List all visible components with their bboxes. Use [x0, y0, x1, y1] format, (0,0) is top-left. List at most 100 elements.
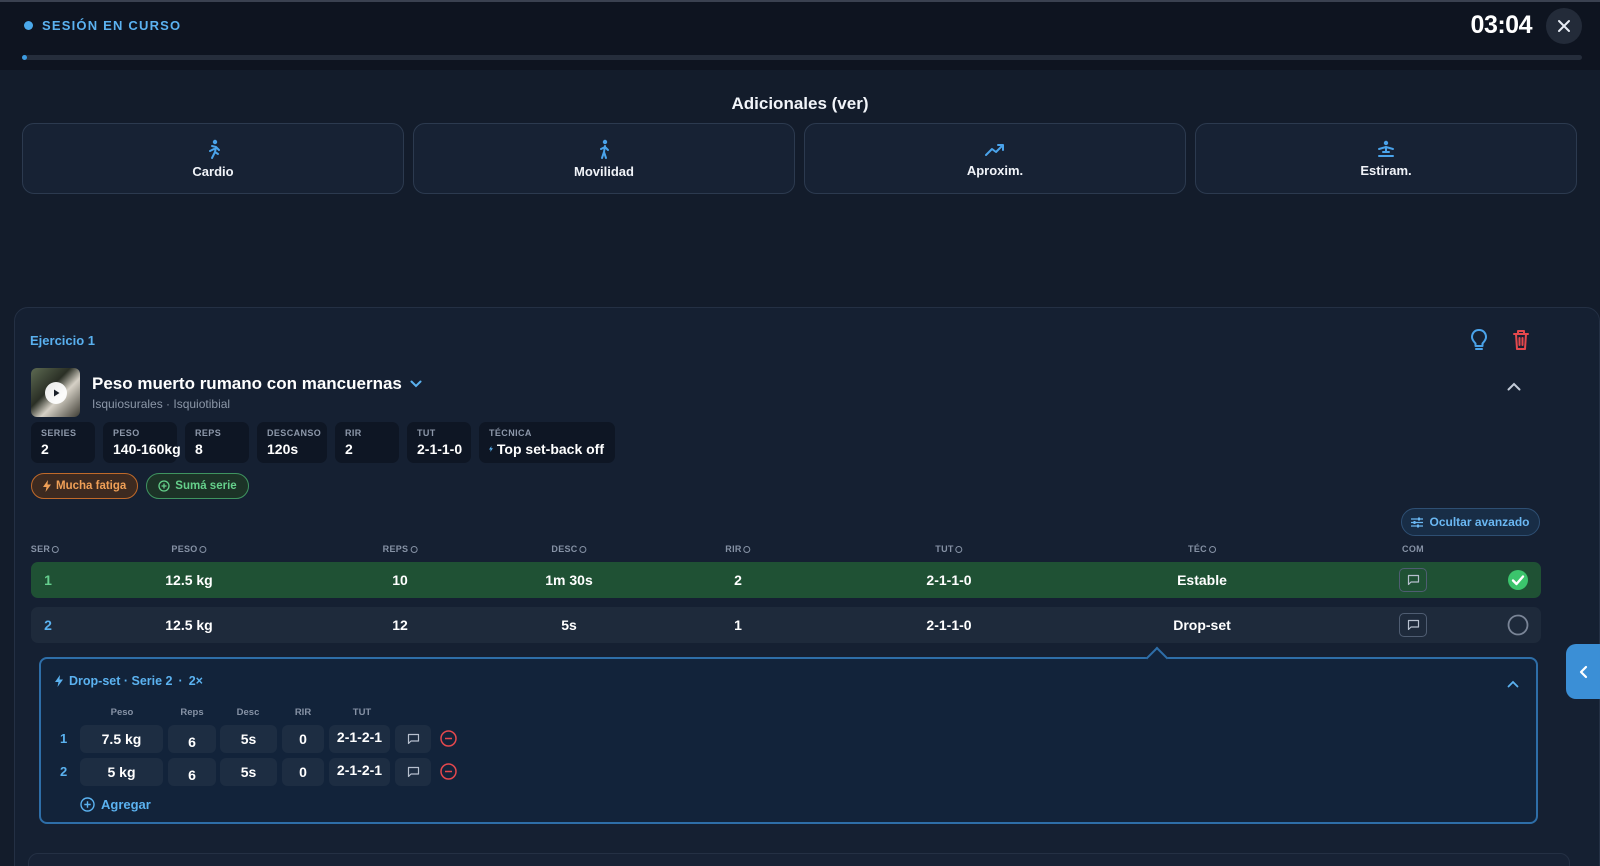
dropset-rest-input[interactable]: 5s	[220, 758, 277, 786]
set-number: 1	[44, 572, 52, 588]
stat-value: 8	[195, 441, 203, 457]
stat-label: REPS	[195, 428, 222, 438]
set-technique[interactable]: Drop-set	[1173, 607, 1231, 643]
empty-circle-icon[interactable]	[1507, 614, 1529, 636]
tips-button[interactable]	[1469, 328, 1489, 357]
additional-card-label: Movilidad	[574, 163, 634, 179]
dropset-row-number: 1	[60, 731, 68, 746]
set-rest[interactable]: 1m 30s	[545, 562, 592, 598]
stat-value: 2-1-1-0	[417, 441, 463, 457]
set-rir[interactable]: 1	[734, 607, 742, 643]
column-header: REPS	[383, 544, 418, 554]
fatigue-chip[interactable]: Mucha fatiga	[31, 473, 139, 499]
exercise-number-label: Ejercicio 1	[30, 333, 96, 348]
additionals-cards: Cardio Movilidad Aproxim. Estiram.	[22, 123, 1577, 194]
dropset-column-header: TUT	[352, 707, 372, 718]
dropset-row: 2 5 kg 6 5s 0 2-1-2-1	[41, 758, 541, 786]
stretching-icon	[1378, 140, 1394, 157]
additional-card-estiram[interactable]: Estiram.	[1195, 123, 1577, 194]
session-header: SESIÓN EN CURSO 03:04	[0, 0, 1600, 70]
next-exercise-card-edge	[28, 853, 1570, 866]
dropset-column-header: Peso	[110, 707, 134, 718]
collapse-exercise-button[interactable]	[1507, 378, 1521, 396]
exercise-muscles: Isquiosurales · Isquiotibial	[92, 397, 231, 411]
check-circle-icon[interactable]	[1507, 569, 1529, 591]
dropset-reps-input[interactable]: 6	[168, 758, 216, 786]
stat-value: 2	[41, 441, 49, 457]
stat-value: 120s	[267, 441, 299, 457]
set-row[interactable]: 2 12.5 kg 12 5s 1 2-1-1-0 Drop-set	[31, 607, 1541, 643]
exercise-card: Ejercicio 1 Peso muerto rumano con mancu…	[14, 307, 1600, 866]
dropset-comment-button[interactable]	[395, 758, 431, 786]
collapse-dropset-button[interactable]	[1507, 675, 1519, 693]
additional-card-aproxim[interactable]: Aproxim.	[804, 123, 1186, 194]
column-header: RIR	[725, 544, 751, 554]
plus-circle-icon	[158, 480, 170, 492]
toggle-advanced-label: Ocultar avanzado	[1429, 515, 1530, 529]
dropset-rir-input[interactable]: 0	[282, 725, 324, 753]
close-session-button[interactable]	[1546, 8, 1582, 44]
remove-circle-icon[interactable]	[440, 763, 457, 780]
bolt-icon	[55, 675, 63, 687]
dropset-tut-input[interactable]: 2-1-2-1	[329, 758, 390, 786]
dropset-title-text: Drop-set · Serie 2	[69, 674, 173, 688]
set-reps[interactable]: 10	[392, 562, 408, 598]
walking-icon	[600, 139, 609, 159]
set-technique[interactable]: Estable	[1177, 562, 1227, 598]
add-set-chip-label: Sumá serie	[175, 480, 237, 492]
add-dropset-label: Agregar	[101, 797, 151, 812]
stat-tecnica: TÉCNICA Top set-back off	[479, 422, 615, 463]
comment-icon	[1407, 619, 1419, 631]
set-weight[interactable]: 12.5 kg	[165, 607, 212, 643]
delete-exercise-button[interactable]	[1511, 328, 1531, 357]
live-indicator-dot	[24, 21, 33, 30]
session-progress-fill	[22, 55, 27, 60]
dropset-row-number: 2	[60, 764, 68, 779]
toggle-advanced-button[interactable]: Ocultar avanzado	[1401, 508, 1540, 536]
chevron-down-icon	[410, 380, 422, 388]
additional-card-cardio[interactable]: Cardio	[22, 123, 404, 194]
additionals-title[interactable]: Adicionales (ver)	[0, 94, 1600, 114]
set-tut[interactable]: 2-1-1-0	[926, 562, 971, 598]
dropset-rir-input[interactable]: 0	[282, 758, 324, 786]
dropset-multiplier: 2×	[188, 674, 203, 688]
comment-icon	[407, 766, 419, 778]
info-icon	[1208, 545, 1216, 553]
set-comment-button[interactable]	[1399, 613, 1427, 637]
side-panel-toggle[interactable]	[1566, 644, 1600, 699]
dropset-tut-input[interactable]: 2-1-2-1	[329, 725, 390, 753]
dropset-column-header: Reps	[180, 707, 204, 718]
dropset-comment-button[interactable]	[395, 725, 431, 753]
set-weight[interactable]: 12.5 kg	[165, 562, 212, 598]
additional-card-movilidad[interactable]: Movilidad	[413, 123, 795, 194]
info-icon	[199, 545, 207, 553]
exercise-name[interactable]: Peso muerto rumano con mancuernas	[92, 374, 422, 394]
exercise-video-thumbnail[interactable]	[31, 368, 80, 417]
info-icon	[52, 545, 60, 553]
add-set-chip[interactable]: Sumá serie	[146, 473, 249, 499]
info-icon	[743, 545, 751, 553]
set-rest[interactable]: 5s	[561, 607, 577, 643]
set-comment-button[interactable]	[1399, 568, 1427, 592]
comment-icon	[1407, 574, 1419, 586]
add-dropset-button[interactable]: Agregar	[80, 797, 151, 812]
set-row[interactable]: 1 12.5 kg 10 1m 30s 2 2-1-1-0 Estable	[31, 562, 1541, 598]
set-rir[interactable]: 2	[734, 562, 742, 598]
dropset-row: 1 7.5 kg 6 5s 0 2-1-2-1	[41, 725, 541, 753]
stat-reps: REPS 8	[185, 422, 249, 463]
column-header: DESC	[551, 544, 587, 554]
dropset-rest-input[interactable]: 5s	[220, 725, 277, 753]
stat-value: 2	[345, 441, 353, 457]
plus-circle-icon	[80, 797, 95, 812]
remove-circle-icon[interactable]	[440, 730, 457, 747]
set-tut[interactable]: 2-1-1-0	[926, 607, 971, 643]
dropset-title: Drop-set · Serie 2 · 2×	[55, 674, 203, 688]
dropset-weight-input[interactable]: 7.5 kg	[80, 725, 163, 753]
column-header: PESO	[171, 544, 207, 554]
exercise-chips: Mucha fatiga Sumá serie	[31, 473, 249, 499]
set-reps[interactable]: 12	[392, 607, 408, 643]
stat-value-text: Top set-back off	[496, 441, 604, 457]
dropset-weight-input[interactable]: 5 kg	[80, 758, 163, 786]
dropset-reps-input[interactable]: 6	[168, 725, 216, 753]
stat-value: 140-160kg	[113, 441, 181, 457]
